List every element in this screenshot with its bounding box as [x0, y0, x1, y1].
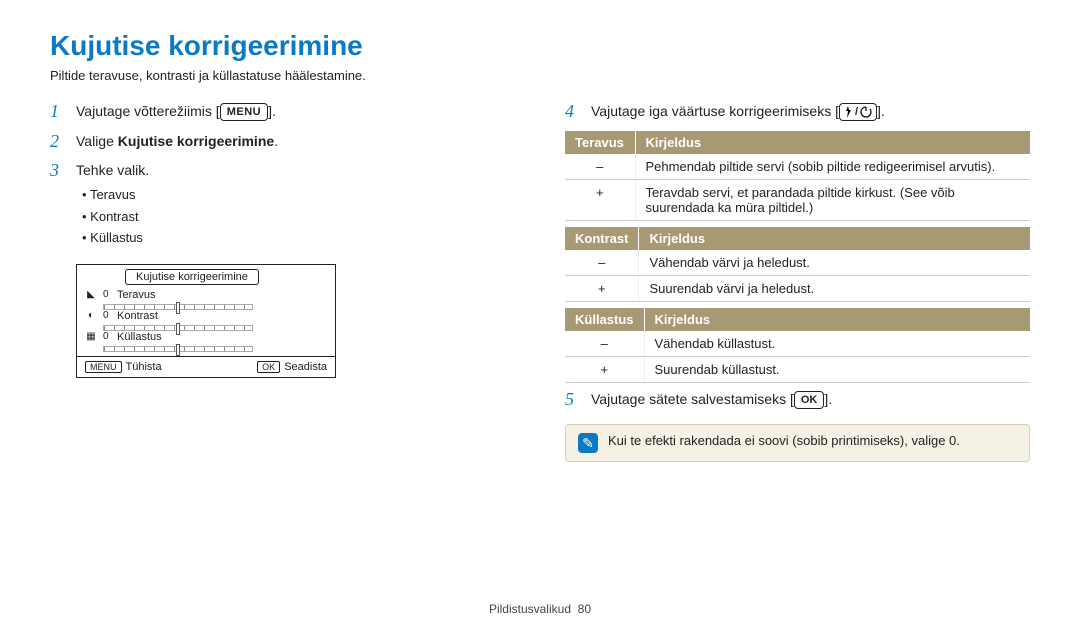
mock-footer: MENUTühista OKSeadista: [77, 356, 335, 377]
mock-row-kontrast: ◐ 0 Kontrast: [85, 310, 327, 331]
contrast-icon: ◐: [85, 310, 97, 322]
mock-row-kullastus: ▦ 0 Küllastus: [85, 331, 327, 352]
flash-timer-key-icon: /: [839, 103, 877, 121]
mock-ok-key-icon: OK: [257, 361, 280, 373]
step-1-text: Vajutage võtterežiimis [].: [76, 101, 515, 123]
step-number-1: 1: [50, 101, 66, 123]
table-row: –Vähendab värvi ja heledust.: [565, 250, 1030, 276]
camera-menu-mock: Kujutise korrigeerimine ◣ 0 Teravus ◐ 0 …: [76, 264, 336, 378]
table-row: +Suurendab värvi ja heledust.: [565, 275, 1030, 301]
step-number-5: 5: [565, 389, 581, 411]
table-row: –Pehmendab piltide servi (sobib piltide …: [565, 154, 1030, 180]
left-column: 1 Vajutage võtterežiimis []. 2 Valige Ku…: [50, 101, 515, 462]
step-5-text: Vajutage sätete salvestamiseks [].: [591, 389, 1030, 411]
table-teravus: TeravusKirjeldus –Pehmendab piltide serv…: [565, 131, 1030, 221]
slider-kullastus: [103, 346, 253, 352]
table-row: –Vähendab küllastust.: [565, 331, 1030, 357]
page-footer: Pildistusvalikud 80: [0, 602, 1080, 616]
step-3-text: Tehke valik. Teravus Kontrast Küllastus: [76, 160, 515, 250]
page-subtitle: Piltide teravuse, kontrasti ja küllastat…: [50, 68, 1030, 83]
mock-row-teravus: ◣ 0 Teravus: [85, 289, 327, 310]
step-number-2: 2: [50, 131, 66, 153]
menu-key-icon: [220, 103, 268, 121]
table-kontrast: KontrastKirjeldus –Vähendab värvi ja hel…: [565, 227, 1030, 302]
mock-menu-key-icon: MENU: [85, 361, 122, 373]
note-icon: ✎: [578, 433, 598, 453]
right-column: 4 Vajutage iga väärtuse korrigeerimiseks…: [565, 101, 1030, 462]
ok-key-icon: [794, 391, 825, 409]
table-kullastus: KüllastusKirjeldus –Vähendab küllastust.…: [565, 308, 1030, 383]
slider-teravus: [103, 304, 253, 310]
step-2-text: Valige Kujutise korrigeerimine.: [76, 131, 515, 153]
step-number-3: 3: [50, 160, 66, 250]
step-number-4: 4: [565, 101, 581, 123]
slider-kontrast: [103, 325, 253, 331]
table-row: +Teravdab servi, et parandada piltide ki…: [565, 179, 1030, 220]
step-4-text: Vajutage iga väärtuse korrigeerimiseks […: [591, 101, 1030, 123]
table-row: +Suurendab küllastust.: [565, 356, 1030, 382]
note-box: ✎ Kui te efekti rakendada ei soovi (sobi…: [565, 424, 1030, 462]
page-title: Kujutise korrigeerimine: [50, 30, 1030, 62]
sharpness-icon: ◣: [85, 289, 97, 301]
mock-panel-title: Kujutise korrigeerimine: [125, 269, 259, 285]
note-text: Kui te efekti rakendada ei soovi (sobib …: [608, 433, 960, 448]
step-3-bullets: Teravus Kontrast Küllastus: [82, 185, 515, 248]
saturation-icon: ▦: [85, 331, 97, 343]
